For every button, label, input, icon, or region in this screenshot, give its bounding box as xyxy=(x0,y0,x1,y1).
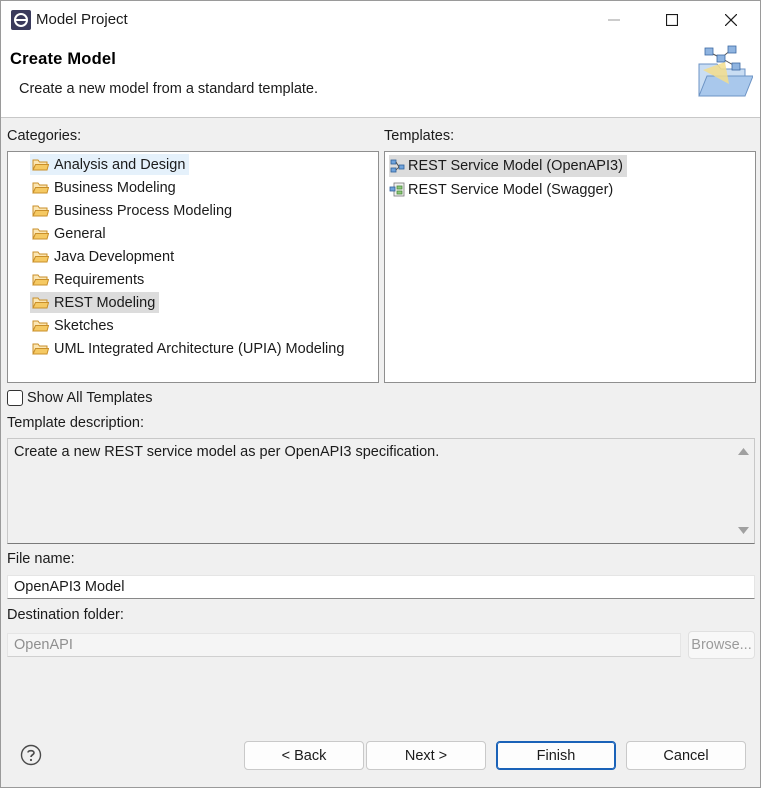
file-name-input[interactable]: OpenAPI3 Model xyxy=(7,575,755,599)
destination-folder-input[interactable]: OpenAPI xyxy=(7,633,681,657)
close-button[interactable] xyxy=(706,1,756,39)
category-label: Sketches xyxy=(54,317,114,334)
templates-label: Templates: xyxy=(384,128,455,144)
template-item-openapi3[interactable]: REST Service Model (OpenAPI3) xyxy=(389,155,627,177)
rest-model-icon xyxy=(390,159,405,173)
category-item-general[interactable]: General xyxy=(30,223,110,244)
destination-folder-label: Destination folder: xyxy=(7,607,124,623)
category-item-business-process-modeling[interactable]: Business Process Modeling xyxy=(30,200,236,221)
template-description-label: Template description: xyxy=(7,415,145,431)
category-label: UML Integrated Architecture (UPIA) Model… xyxy=(54,340,345,357)
file-name-label: File name: xyxy=(7,551,75,567)
title-bar: Model Project xyxy=(1,1,760,39)
next-button[interactable]: Next > xyxy=(366,741,486,770)
category-item-rest-modeling[interactable]: REST Modeling xyxy=(30,292,160,313)
rest-swagger-model-icon xyxy=(389,182,405,197)
folder-icon xyxy=(32,343,49,354)
templates-list[interactable]: REST Service Model (OpenAPI3) REST Servi… xyxy=(384,151,756,383)
template-description-text-area[interactable]: Create a new REST service model as per O… xyxy=(7,438,755,544)
template-description-text: Create a new REST service model as per O… xyxy=(14,444,440,460)
back-button[interactable]: < Back xyxy=(244,741,364,770)
destination-folder-value: OpenAPI xyxy=(14,637,73,653)
minimize-icon xyxy=(608,19,620,21)
file-name-value: OpenAPI3 Model xyxy=(14,579,125,595)
maximize-button[interactable] xyxy=(647,1,697,39)
scroll-up-arrow-icon[interactable] xyxy=(738,447,749,455)
folder-icon xyxy=(32,274,49,285)
category-label: Requirements xyxy=(54,271,145,288)
folder-icon xyxy=(32,251,49,262)
category-label: Java Development xyxy=(54,248,175,265)
category-label: Business Process Modeling xyxy=(54,202,233,219)
template-item-swagger[interactable]: REST Service Model (Swagger) xyxy=(389,179,617,201)
cancel-button[interactable]: Cancel xyxy=(626,741,746,770)
model-project-dialog: Model Project Create Model Create a new … xyxy=(0,0,761,788)
template-label: REST Service Model (Swagger) xyxy=(408,182,614,198)
folder-icon xyxy=(32,228,49,239)
folder-icon xyxy=(32,159,49,170)
show-all-templates-checkbox[interactable] xyxy=(7,390,23,406)
eclipse-app-icon xyxy=(11,10,31,30)
category-item-upia-modeling[interactable]: UML Integrated Architecture (UPIA) Model… xyxy=(30,338,348,359)
folder-icon xyxy=(32,205,49,216)
category-item-requirements[interactable]: Requirements xyxy=(30,269,148,290)
minimize-button[interactable] xyxy=(589,1,639,39)
categories-list[interactable]: Analysis and Design Business Modeling Bu… xyxy=(7,151,379,383)
category-label: General xyxy=(54,225,106,242)
maximize-icon xyxy=(666,14,678,26)
category-item-java-development[interactable]: Java Development xyxy=(30,246,178,267)
categories-label: Categories: xyxy=(7,128,82,144)
new-model-folder-graphic xyxy=(698,45,753,97)
folder-icon xyxy=(32,297,49,308)
window-title: Model Project xyxy=(36,11,128,28)
folder-icon xyxy=(32,182,49,193)
scroll-down-arrow-icon[interactable] xyxy=(738,527,749,535)
close-icon xyxy=(725,14,737,26)
category-label: REST Modeling xyxy=(54,294,156,311)
category-item-sketches[interactable]: Sketches xyxy=(30,315,118,336)
folder-icon xyxy=(32,320,49,331)
wizard-title: Create Model xyxy=(10,50,117,68)
browse-button[interactable]: Browse... xyxy=(688,631,755,659)
category-label: Analysis and Design xyxy=(54,156,186,173)
wizard-description: Create a new model from a standard templ… xyxy=(19,81,319,97)
show-all-templates-label[interactable]: Show All Templates xyxy=(27,390,152,406)
wizard-header: Create Model Create a new model from a s… xyxy=(1,39,760,118)
category-label: Business Modeling xyxy=(54,179,176,196)
help-icon[interactable] xyxy=(20,744,42,766)
template-label: REST Service Model (OpenAPI3) xyxy=(408,158,623,174)
finish-button[interactable]: Finish xyxy=(496,741,616,770)
category-item-analysis-and-design[interactable]: Analysis and Design xyxy=(30,154,190,175)
category-item-business-modeling[interactable]: Business Modeling xyxy=(30,177,180,198)
